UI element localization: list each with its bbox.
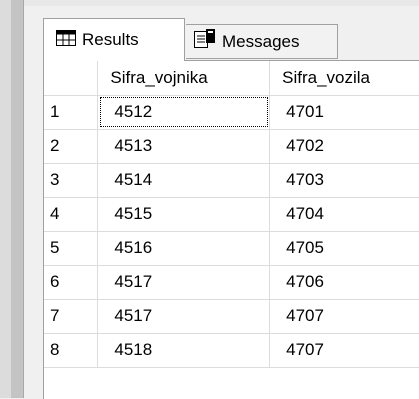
row-number[interactable]: 7 — [44, 299, 99, 334]
results-table: Sifra_vojnika Sifra_vozila 1 4512 4701 2… — [44, 61, 419, 368]
tab-messages-label: Messages — [222, 31, 300, 51]
table-row: 2 4513 4702 — [44, 129, 419, 164]
header-row: Sifra_vojnika Sifra_vozila — [44, 61, 419, 96]
top-strip — [24, 0, 419, 6]
cell-sifra-vojnika[interactable]: 4513 — [97, 129, 271, 164]
cell-sifra-vojnika[interactable]: 4518 — [97, 333, 271, 368]
row-number[interactable]: 5 — [44, 231, 99, 266]
cell-sifra-vozila[interactable]: 4706 — [269, 265, 419, 300]
table-row: 6 4517 4706 — [44, 265, 419, 300]
table-row: 8 4518 4707 — [44, 333, 419, 368]
column-header-sifra-vojnika[interactable]: Sifra_vojnika — [97, 61, 271, 96]
messages-icon — [194, 29, 216, 54]
grid-icon — [56, 29, 76, 51]
table-row: 3 4514 4703 — [44, 163, 419, 198]
row-number[interactable]: 4 — [44, 197, 99, 232]
cell-sifra-vojnika[interactable]: 4516 — [97, 231, 271, 266]
cell-sifra-vozila[interactable]: 4702 — [269, 129, 419, 164]
cell-sifra-vozila[interactable]: 4705 — [269, 231, 419, 266]
tab-messages[interactable]: Messages — [186, 24, 338, 59]
cell-sifra-vojnika[interactable]: 4514 — [97, 163, 271, 198]
row-number[interactable]: 6 — [44, 265, 99, 300]
row-number[interactable]: 3 — [44, 163, 99, 198]
table-row: 5 4516 4705 — [44, 231, 419, 266]
cell-sifra-vozila[interactable]: 4707 — [269, 333, 419, 368]
table-row: 7 4517 4707 — [44, 299, 419, 334]
results-grid[interactable]: Sifra_vojnika Sifra_vozila 1 4512 4701 2… — [43, 60, 419, 399]
cell-sifra-vozila[interactable]: 4701 — [269, 95, 419, 130]
row-number[interactable]: 8 — [44, 333, 99, 368]
cell-sifra-vozila[interactable]: 4707 — [269, 299, 419, 334]
cell-sifra-vojnika[interactable]: 4517 — [97, 265, 271, 300]
table-row: 1 4512 4701 — [44, 95, 419, 130]
tab-results-label: Results — [82, 30, 139, 49]
row-number[interactable]: 2 — [44, 129, 99, 164]
row-number[interactable]: 1 — [44, 95, 99, 130]
cell-sifra-vozila[interactable]: 4703 — [269, 163, 419, 198]
column-header-rownum[interactable] — [44, 61, 99, 96]
cell-sifra-vojnika[interactable]: 4515 — [97, 197, 271, 232]
cell-sifra-vojnika[interactable]: 4517 — [97, 299, 271, 334]
editor-splitter[interactable] — [11, 0, 24, 398]
table-row: 4 4515 4704 — [44, 197, 419, 232]
column-header-sifra-vozila[interactable]: Sifra_vozila — [269, 61, 419, 96]
cell-sifra-vozila[interactable]: 4704 — [269, 197, 419, 232]
left-gutter — [0, 0, 11, 398]
cell-sifra-vojnika[interactable]: 4512 — [97, 95, 271, 130]
tab-results[interactable]: Results — [43, 18, 185, 61]
